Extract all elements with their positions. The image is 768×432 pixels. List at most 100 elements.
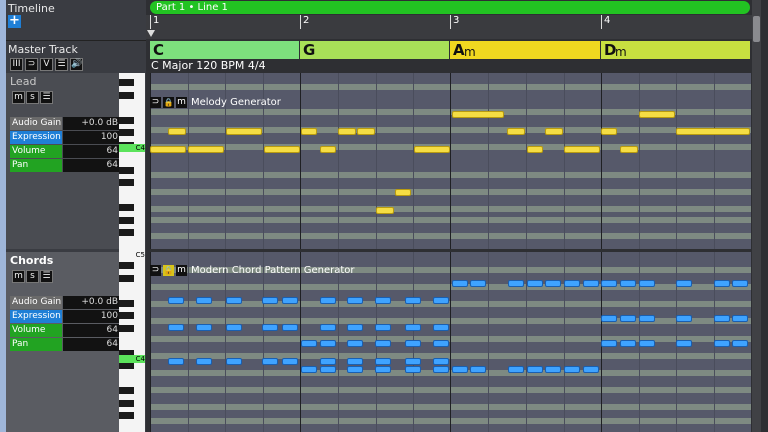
- chord-note[interactable]: [196, 297, 212, 304]
- mute-icon[interactable]: m: [176, 265, 187, 276]
- chord-note[interactable]: [433, 366, 449, 373]
- black-key[interactable]: [119, 274, 134, 282]
- black-key[interactable]: [119, 324, 134, 332]
- black-key[interactable]: [119, 129, 134, 136]
- chord-note[interactable]: [714, 315, 730, 322]
- chord-note[interactable]: [601, 340, 617, 347]
- chord-note[interactable]: [320, 297, 336, 304]
- chord-block[interactable]: Dm: [601, 41, 750, 59]
- chord-note[interactable]: [375, 340, 391, 347]
- chord-note[interactable]: [433, 358, 449, 365]
- param-value[interactable]: +0.0 dB: [63, 296, 121, 309]
- melody-note[interactable]: [639, 111, 675, 118]
- chord-note[interactable]: [714, 340, 730, 347]
- bars-icon[interactable]: III: [10, 58, 23, 71]
- chord-note[interactable]: [508, 280, 524, 287]
- chord-note[interactable]: [196, 324, 212, 331]
- chord-note[interactable]: [405, 297, 421, 304]
- chord-note[interactable]: [405, 324, 421, 331]
- melody-note[interactable]: [301, 128, 317, 135]
- param-pan[interactable]: Pan 64: [10, 338, 121, 351]
- part-bar[interactable]: Part 1 • Line 1: [150, 1, 750, 14]
- chord-note[interactable]: [620, 340, 636, 347]
- chord-note[interactable]: [320, 366, 336, 373]
- chord-note[interactable]: [527, 280, 543, 287]
- black-key[interactable]: [119, 91, 134, 99]
- chord-note[interactable]: [347, 358, 363, 365]
- param-expression[interactable]: Expression 100: [10, 310, 121, 323]
- param-value[interactable]: 64: [63, 159, 121, 172]
- chord-note[interactable]: [320, 358, 336, 365]
- melody-note[interactable]: [620, 146, 638, 153]
- chord-note[interactable]: [375, 324, 391, 331]
- chord-note[interactable]: [714, 280, 730, 287]
- chord-note[interactable]: [545, 366, 561, 373]
- chord-note[interactable]: [676, 340, 692, 347]
- chord-block[interactable]: G: [300, 41, 449, 59]
- chord-note[interactable]: [226, 358, 242, 365]
- chord-note[interactable]: [168, 324, 184, 331]
- chord-note[interactable]: [262, 358, 278, 365]
- loop-icon[interactable]: ⊃: [150, 265, 161, 276]
- menu-icon[interactable]: ☰: [55, 58, 68, 71]
- black-key[interactable]: [119, 312, 134, 319]
- solo-button[interactable]: s: [26, 270, 39, 283]
- chord-note[interactable]: [601, 280, 617, 287]
- chord-note[interactable]: [405, 366, 421, 373]
- melody-note[interactable]: [357, 128, 375, 135]
- chord-note[interactable]: [732, 280, 748, 287]
- chord-note[interactable]: [527, 366, 543, 373]
- chord-note[interactable]: [732, 340, 748, 347]
- chord-note[interactable]: [347, 340, 363, 347]
- melody-note[interactable]: [320, 146, 336, 153]
- param-volume[interactable]: Volume 64: [10, 324, 121, 337]
- melody-note[interactable]: [564, 146, 600, 153]
- param-pan[interactable]: Pan 64: [10, 159, 121, 172]
- melody-note[interactable]: [150, 146, 186, 153]
- chord-note[interactable]: [320, 324, 336, 331]
- melody-note[interactable]: [601, 128, 617, 135]
- chord-note[interactable]: [375, 297, 391, 304]
- melody-note[interactable]: [395, 189, 411, 196]
- param-audio-gain[interactable]: Audio Gain +0.0 dB: [10, 117, 121, 130]
- speaker-icon[interactable]: 🔊: [70, 58, 83, 71]
- chord-note[interactable]: [508, 366, 524, 373]
- melody-note[interactable]: [168, 128, 186, 135]
- chord-note[interactable]: [282, 324, 298, 331]
- chord-note[interactable]: [452, 280, 468, 287]
- chord-note[interactable]: [433, 297, 449, 304]
- chord-note[interactable]: [639, 280, 655, 287]
- melody-note[interactable]: [226, 128, 262, 135]
- black-key[interactable]: [119, 204, 134, 211]
- black-key[interactable]: [119, 216, 134, 224]
- black-key[interactable]: [119, 79, 134, 86]
- chord-note[interactable]: [433, 324, 449, 331]
- chord-note[interactable]: [347, 366, 363, 373]
- chord-note[interactable]: [196, 358, 212, 365]
- loop-icon[interactable]: ⊃: [25, 58, 38, 71]
- chord-note[interactable]: [282, 297, 298, 304]
- melody-note[interactable]: [676, 128, 750, 135]
- black-key[interactable]: [119, 299, 134, 307]
- chord-note[interactable]: [620, 315, 636, 322]
- lead-piano-keyboard[interactable]: [119, 73, 145, 251]
- param-audio-gain[interactable]: Audio Gain +0.0 dB: [10, 296, 121, 309]
- vertical-scrollbar[interactable]: [752, 0, 761, 432]
- chord-note[interactable]: [347, 297, 363, 304]
- chord-note[interactable]: [262, 324, 278, 331]
- chord-note[interactable]: [601, 315, 617, 322]
- melody-note[interactable]: [414, 146, 450, 153]
- v-icon[interactable]: V: [40, 58, 53, 71]
- chord-note[interactable]: [320, 340, 336, 347]
- chord-note[interactable]: [639, 315, 655, 322]
- melody-note[interactable]: [507, 128, 525, 135]
- param-value[interactable]: 64: [63, 145, 121, 158]
- c4-key[interactable]: C4: [119, 144, 145, 152]
- chord-note[interactable]: [301, 340, 317, 347]
- black-key[interactable]: [119, 399, 134, 407]
- scrollbar-thumb[interactable]: [753, 16, 760, 42]
- chord-note[interactable]: [375, 366, 391, 373]
- melody-note[interactable]: [264, 146, 300, 153]
- chord-note[interactable]: [583, 280, 599, 287]
- chord-note[interactable]: [676, 280, 692, 287]
